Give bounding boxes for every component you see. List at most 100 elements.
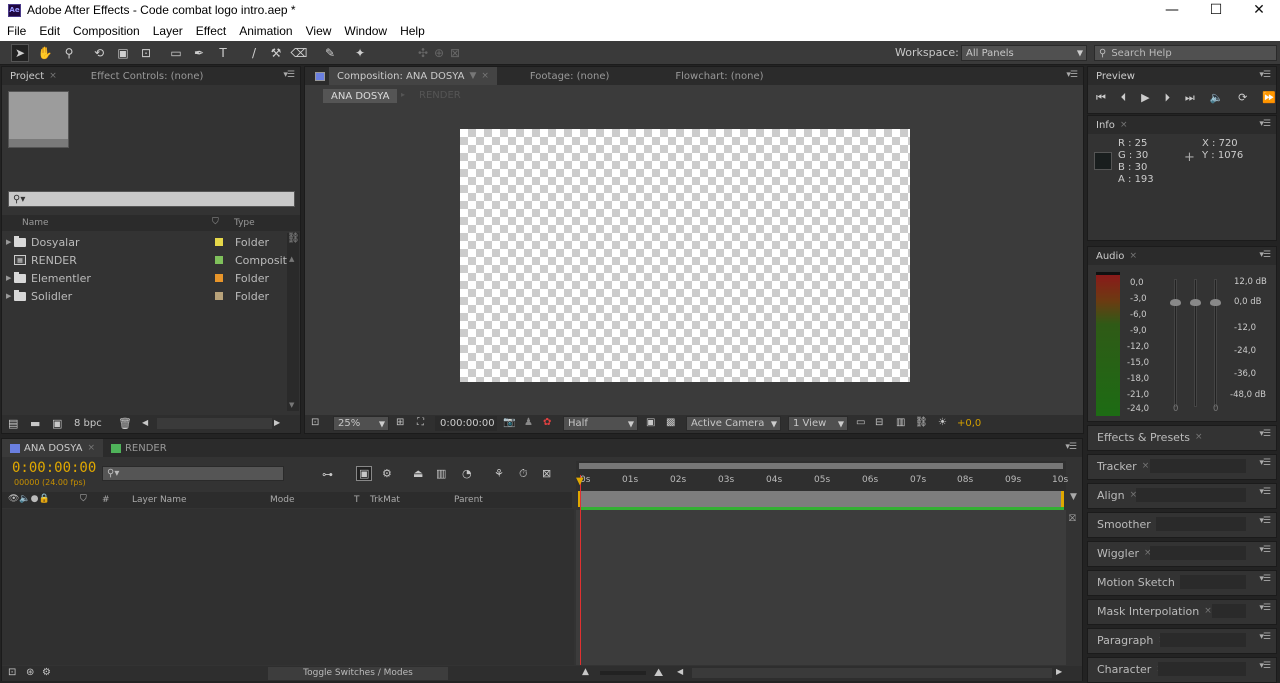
column-layer-name[interactable]: Layer Name (132, 495, 187, 505)
tab-ana-dosya[interactable]: ANA DOSYA × (2, 439, 103, 457)
eraser-tool-icon[interactable]: ⌫ (290, 44, 308, 62)
comp-button-icon[interactable]: ⛝ (1069, 514, 1076, 524)
tab-render[interactable]: RENDER (103, 439, 175, 457)
tab-wiggler[interactable]: Wiggler × (1088, 544, 1152, 562)
menu-window[interactable]: Window (344, 24, 387, 38)
tab-paragraph[interactable]: Paragraph× (1088, 631, 1166, 649)
panel-menu-icon[interactable]: ▾☰ (1259, 70, 1271, 80)
channel-rgb-icon[interactable]: ✿ (543, 417, 551, 428)
minimize-button[interactable]: — (1150, 0, 1194, 20)
list-item[interactable]: ▶ Elementler Folder (2, 269, 292, 287)
region-of-interest-icon[interactable]: ▣ (646, 417, 655, 428)
roto-brush-tool-icon[interactable]: ✎ (321, 44, 339, 62)
mask-visibility-icon[interactable]: ⛶ (417, 417, 424, 428)
camera-tool-icon[interactable]: ▣ (114, 44, 132, 62)
panel-menu-icon[interactable]: ▾☰ (1259, 632, 1271, 642)
close-icon[interactable]: × (1120, 120, 1128, 130)
breadcrumb-render[interactable]: RENDER (419, 90, 461, 101)
loop-icon[interactable]: ⟳ (1238, 91, 1247, 107)
column-t[interactable]: T (354, 495, 360, 505)
tab-effect-controls[interactable]: Effect Controls: (none) (83, 67, 212, 85)
column-number[interactable]: # (102, 495, 110, 505)
live-update-icon[interactable]: ▣ (356, 466, 373, 481)
axis-view-icon[interactable]: ⊠ (446, 44, 464, 62)
draft-3d-icon[interactable]: ⚙ (382, 467, 392, 480)
layer-list[interactable] (2, 509, 574, 665)
panel-menu-icon[interactable]: ▾☰ (1259, 661, 1271, 671)
timeline-search-input[interactable]: ⚲▾ (102, 466, 284, 481)
tab-project[interactable]: Project × (2, 67, 65, 85)
in-out-stretch-icon[interactable]: ⚙ (42, 667, 51, 678)
scroll-right-icon[interactable]: ▶ (274, 418, 280, 427)
panel-menu-icon[interactable]: ▾☰ (1259, 458, 1271, 468)
first-frame-icon[interactable]: ⏮ (1096, 91, 1106, 107)
expand-arrow-icon[interactable]: ▶ (2, 238, 14, 246)
previous-frame-icon[interactable]: ⏴ (1121, 91, 1127, 107)
label-color-swatch[interactable] (215, 238, 223, 246)
tab-composition[interactable]: Composition: ANA DOSYA ▼ × (329, 67, 497, 85)
panel-menu-icon[interactable]: ▾☰ (1065, 442, 1077, 452)
always-preview-icon[interactable]: ⊡ (311, 417, 319, 428)
list-item[interactable]: ▶ Solidler Folder (2, 287, 292, 305)
show-snapshot-icon[interactable]: ♟ (524, 417, 533, 428)
close-icon[interactable]: × (1142, 461, 1150, 471)
current-time-indicator-icon[interactable]: ▼ (576, 476, 584, 487)
menu-file[interactable]: File (7, 24, 26, 38)
close-button[interactable]: ✕ (1237, 0, 1280, 20)
scroll-left-icon[interactable]: ◀ (677, 667, 683, 676)
workspace-dropdown[interactable]: All Panels ▼ (961, 45, 1087, 61)
last-frame-icon[interactable]: ⏭ (1185, 91, 1195, 107)
timeline-zoom-slider[interactable] (600, 671, 646, 675)
work-area-range[interactable] (578, 491, 1064, 507)
expand-arrow-icon[interactable]: ▶ (2, 274, 14, 282)
scroll-down-icon[interactable]: ▼ (289, 401, 294, 409)
brainstorm-icon[interactable]: ⚘ (494, 467, 504, 480)
graph-editor-icon[interactable]: ⊠ (542, 467, 551, 480)
flowchart-icon[interactable]: ⛓ (287, 233, 300, 244)
tab-smoother[interactable]: Smoother× (1088, 515, 1163, 533)
expand-arrow-icon[interactable]: ▶ (2, 292, 14, 300)
panel-menu-icon[interactable]: ▾☰ (1259, 250, 1271, 260)
tab-preview[interactable]: Preview (1088, 67, 1143, 85)
tab-motion-sketch[interactable]: Motion Sketch× (1088, 573, 1187, 591)
search-help-input[interactable]: ⚲ Search Help (1094, 45, 1277, 61)
zoom-out-icon[interactable]: ▲ (582, 667, 589, 677)
panel-menu-icon[interactable]: ▾☰ (1259, 119, 1271, 129)
chevron-down-icon[interactable]: ▼ (469, 71, 476, 81)
interpret-footage-icon[interactable]: ▤ (8, 417, 18, 430)
label-color-swatch[interactable] (215, 292, 223, 300)
menu-help[interactable]: Help (400, 24, 425, 38)
snapshot-camera-icon[interactable]: 📷 (503, 417, 515, 428)
selection-tool-icon[interactable]: ➤ (11, 44, 29, 62)
tab-effects-presets[interactable]: Effects & Presets × (1088, 428, 1203, 446)
exposure-value[interactable]: +0,0 (957, 418, 981, 429)
scroll-right-icon[interactable]: ▶ (1056, 667, 1062, 676)
timeline-horizontal-scrollbar[interactable] (692, 668, 1052, 678)
flowchart-icon[interactable]: ⛓ (915, 417, 928, 428)
composition-viewer-canvas[interactable] (460, 129, 910, 382)
bpc-label[interactable]: 8 bpc (74, 418, 102, 429)
maximize-button[interactable]: ☐ (1194, 0, 1238, 20)
composition-mini-flowchart-icon[interactable]: ⊶ (322, 468, 333, 481)
timeline-current-time[interactable]: 0:00:00:00 (12, 460, 96, 476)
resolution-dropdown[interactable]: Half ▼ (563, 416, 638, 431)
column-type[interactable]: Type (234, 218, 255, 228)
menu-layer[interactable]: Layer (153, 24, 183, 38)
reset-exposure-icon[interactable]: ☀ (938, 417, 947, 428)
panel-menu-icon[interactable]: ▾☰ (1259, 487, 1271, 497)
close-icon[interactable]: × (481, 71, 489, 81)
label-tag-icon[interactable]: ⛉ (80, 494, 87, 504)
list-item[interactable]: ▦ RENDER Compositi (2, 251, 292, 269)
close-icon[interactable]: × (49, 71, 57, 81)
audio-icon[interactable]: 🔈 (1210, 91, 1224, 107)
panel-menu-icon[interactable]: ▾☰ (1259, 603, 1271, 613)
project-search-input[interactable]: ⚲▾ (8, 191, 295, 207)
rectangle-tool-icon[interactable]: ▭ (167, 44, 185, 62)
panel-menu-icon[interactable]: ▾☰ (1259, 516, 1271, 526)
layer-switches-icon[interactable]: ⊡ (8, 667, 16, 678)
new-folder-icon[interactable]: ▬ (30, 417, 40, 430)
list-item[interactable]: ▶ Dosyalar Folder (2, 233, 292, 251)
panel-menu-icon[interactable]: ▾☰ (283, 70, 295, 80)
safe-zones-icon[interactable]: ⊞ (396, 417, 404, 428)
column-mode[interactable]: Mode (270, 495, 295, 505)
